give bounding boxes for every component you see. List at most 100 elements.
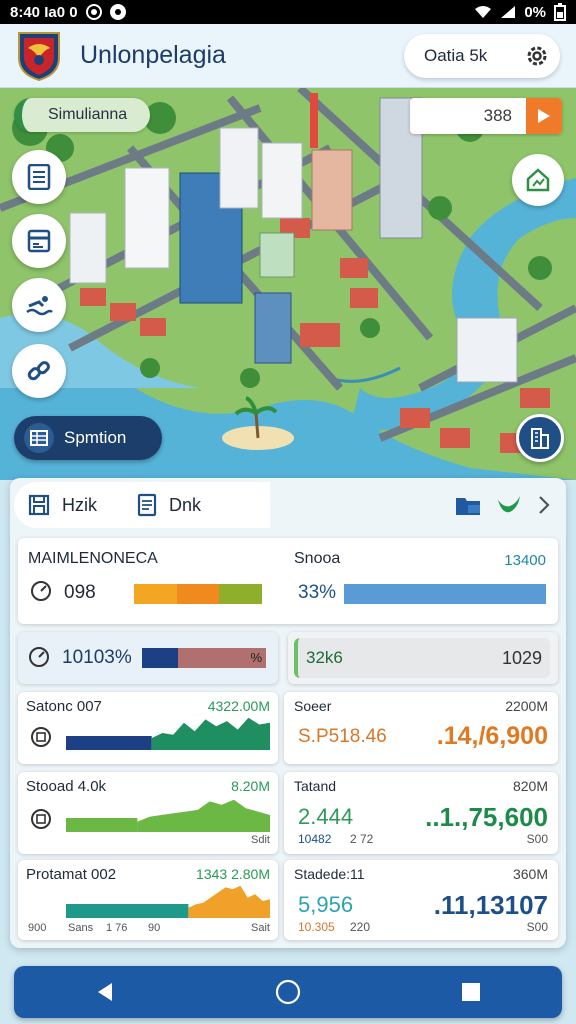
tab-bar: Hzik Dnk [14, 482, 562, 528]
row-right-amount: 2200M [505, 698, 548, 714]
metric-summary-card[interactable]: MAIMLENONECA 098 Snooa 13400 33% [18, 538, 558, 624]
metric-left-title: MAIMLENONECA [28, 550, 158, 567]
row-sparkline [66, 717, 270, 750]
back-button[interactable] [75, 972, 135, 1012]
notification-icon [85, 4, 102, 20]
home-button[interactable] [258, 972, 318, 1012]
row-right-title: Stadede:11 [294, 866, 365, 882]
metric-score-left: 32k6 [306, 648, 343, 667]
recents-square-icon [461, 983, 480, 1001]
bird-icon[interactable] [496, 494, 522, 516]
document-icon [137, 493, 157, 517]
row-right-sub: 10482 [298, 832, 332, 846]
chevron-right-icon[interactable] [536, 494, 552, 516]
app-bar: Unlonpelagia Oatia 5k [0, 24, 576, 88]
row-progress-bar [66, 904, 189, 918]
row-sub-right: Sdit [251, 834, 270, 846]
link-button[interactable] [12, 344, 66, 398]
gear-icon[interactable] [524, 43, 550, 69]
building-button[interactable] [516, 414, 564, 462]
score-box[interactable]: 388 [410, 98, 562, 134]
row-right-big: ..1.,75,600 [425, 802, 548, 832]
metric-percent-badge: % [250, 650, 262, 665]
home-growth-button[interactable] [512, 154, 564, 206]
system-nav-bar [14, 966, 562, 1018]
swim-button[interactable] [12, 278, 66, 332]
metric-right-bar-fill [344, 584, 546, 604]
metric-percent-bar-a [142, 648, 178, 668]
row-progress-bar [66, 736, 152, 750]
app-title: Unlonpelagia [80, 41, 226, 69]
metric-right-bar [344, 584, 546, 604]
document-button[interactable] [12, 150, 66, 204]
tab-hzik-label: Hzik [62, 494, 97, 515]
swim-icon [26, 296, 53, 316]
signal-icon [501, 6, 516, 18]
row-card-left-1[interactable]: Satonc 007 4322.00M [18, 692, 278, 764]
metric-percent-value: 10103% [62, 647, 132, 668]
row-sparkline-area [188, 885, 270, 918]
row-right-amount: 820M [512, 778, 548, 794]
play-arrow-icon[interactable] [526, 98, 562, 134]
row-card-right-2[interactable]: Tatand 820M 2.444 10482 2 72 ..1.,75,600… [284, 772, 558, 854]
simulation-label[interactable]: Simulianna [14, 98, 150, 132]
card-button[interactable] [12, 214, 66, 268]
row-card-left-3[interactable]: Protamat 002 1343 2.80M 900 Sans 1 76 90… [18, 860, 278, 940]
city-map[interactable]: Simulianna 388 Spmtion [0, 88, 576, 480]
tab-dnk[interactable]: Dnk [137, 493, 201, 517]
metric-score-card[interactable]: 32k6 1029 [288, 632, 558, 684]
row-right-big: .14,/6,900 [436, 722, 548, 750]
tab-hzik[interactable]: Hzik [28, 494, 97, 516]
row-card-right-3[interactable]: Stadede:11 360M 5,956 10.305 220 .11,131… [284, 860, 558, 940]
row-amount: 8.20M [231, 778, 270, 794]
row-sparkline [66, 799, 270, 832]
row-sparkline [66, 885, 270, 918]
row-sub-mid2: 1 76 [106, 922, 128, 934]
row-amount: 4322.00M [207, 698, 270, 714]
row-right-small: 5,956 [298, 892, 354, 917]
row-title: Stooad 4.0k [26, 778, 107, 795]
metric-percent-card[interactable]: 10103% % [18, 632, 278, 684]
row-sub-left: 900 [28, 922, 47, 934]
gauge-icon [31, 581, 51, 601]
simulation-button-label: Spmtion [64, 428, 127, 447]
folder-icon[interactable] [454, 493, 482, 517]
row-sparkline-area [137, 799, 270, 832]
tab-group: Hzik Dnk [14, 482, 270, 528]
row-title: Satonc 007 [26, 698, 102, 715]
gauge-icon [29, 647, 49, 667]
home-circle-icon [275, 979, 301, 1005]
metric-left-value: 098 [64, 582, 96, 603]
document-icon [27, 164, 51, 190]
row-card-right-1[interactable]: Soeer 2200M S.P518.46 .14,/6,900 [284, 692, 558, 764]
score-value: 388 [483, 106, 512, 125]
row-sub-mid: Sans [68, 922, 94, 934]
metric-left-bar-segment [219, 584, 262, 604]
row-right-amount: 360M [512, 866, 548, 882]
row-right-title: Soeer [294, 698, 332, 714]
metric-percent-bar-b: % [178, 648, 266, 668]
row-title: Protamat 002 [26, 866, 117, 883]
metric-left-bar-segment [176, 584, 220, 604]
metric-right-pct: 33% [298, 582, 337, 603]
calculator-icon [31, 727, 51, 747]
status-bar: 8:40 Ia0 0 0% [0, 0, 576, 24]
row-right-title: Tatand [294, 778, 337, 794]
metric-score-value: 1029 [501, 648, 542, 668]
building-icon [531, 428, 549, 449]
back-triangle-icon [98, 983, 113, 1001]
profile-pill-button[interactable]: Oatia 5k [404, 33, 560, 78]
save-icon [28, 494, 50, 516]
row-card-left-2[interactable]: Stooad 4.0k 8.20M Sdit [18, 772, 278, 854]
row-right-big: .11,13107 [433, 890, 548, 920]
recents-button[interactable] [441, 972, 501, 1012]
tab-dnk-label: Dnk [169, 494, 202, 515]
credit-card-icon [27, 229, 51, 253]
link-icon [27, 361, 50, 381]
metric-right-value: 13400 [504, 552, 546, 569]
row-right-small: 2.444 [298, 804, 354, 829]
row-right-sub: 10.305 [298, 920, 335, 934]
row-sub-right: Sait [251, 922, 270, 934]
row-amount: 1343 2.80M [196, 866, 270, 882]
simulation-button[interactable]: Spmtion [14, 416, 162, 460]
